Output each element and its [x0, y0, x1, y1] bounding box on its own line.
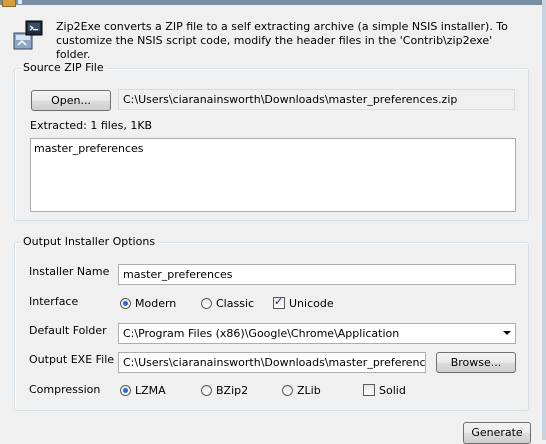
check-mark-icon: ✓ [274, 295, 284, 308]
solid-label[interactable]: Solid [379, 384, 406, 398]
compression-bzip2-label[interactable]: BZip2 [216, 384, 248, 398]
interface-classic-radio[interactable] [201, 298, 212, 309]
compression-lzma-label[interactable]: LZMA [135, 384, 166, 398]
radio-selected-dot [123, 301, 128, 306]
header-description: Zip2Exe converts a ZIP file to a self ex… [56, 20, 508, 61]
title-bar-fragment [18, 0, 22, 4]
radio-selected-dot [123, 388, 128, 393]
installer-icon [13, 20, 43, 50]
default-folder-value: C:\Program Files (x86)\Google\Chrome\App… [123, 327, 400, 340]
window-edge [542, 0, 546, 440]
interface-modern-label[interactable]: Modern [135, 297, 176, 311]
compression-lzma-radio[interactable] [120, 385, 131, 396]
interface-label: Interface [29, 295, 79, 308]
unicode-checkbox[interactable]: ✓ [273, 295, 285, 309]
default-folder-combo[interactable]: C:\Program Files (x86)\Google\Chrome\App… [118, 323, 516, 344]
open-button[interactable]: Open... [31, 90, 111, 111]
output-exe-label: Output EXE File [29, 353, 115, 366]
compression-zlib-label[interactable]: ZLib [297, 384, 321, 398]
zip-path-field: C:\Users\ciaranainsworth\Downloads\maste… [118, 89, 515, 110]
title-bar-strip [0, 0, 546, 7]
browse-button[interactable]: Browse... [436, 352, 516, 373]
solid-checkbox[interactable] [363, 384, 375, 396]
app-icon [2, 0, 16, 7]
extracted-info: Extracted: 1 files, 1KB [30, 119, 153, 132]
dropdown-arrow-icon[interactable] [503, 331, 511, 335]
installer-name-input[interactable]: master_preferences [118, 264, 516, 285]
output-exe-input[interactable]: C:\Users\ciaranainsworth\Downloads\maste… [118, 352, 426, 373]
generate-button[interactable]: Generate [463, 422, 531, 444]
compression-label: Compression [29, 383, 101, 396]
zip-contents-list[interactable]: master_preferences [30, 138, 516, 212]
installer-name-label: Installer Name [29, 265, 110, 278]
compression-zlib-radio[interactable] [282, 385, 293, 396]
output-options-group-title: Output Installer Options [20, 235, 159, 249]
interface-classic-label[interactable]: Classic [216, 297, 254, 311]
zip-contents-item: master_preferences [34, 142, 144, 155]
source-zip-group-title: Source ZIP File [20, 61, 107, 75]
interface-modern-radio[interactable] [120, 298, 131, 309]
compression-bzip2-radio[interactable] [201, 385, 212, 396]
default-folder-label: Default Folder [29, 324, 107, 337]
unicode-label[interactable]: Unicode [289, 297, 334, 311]
